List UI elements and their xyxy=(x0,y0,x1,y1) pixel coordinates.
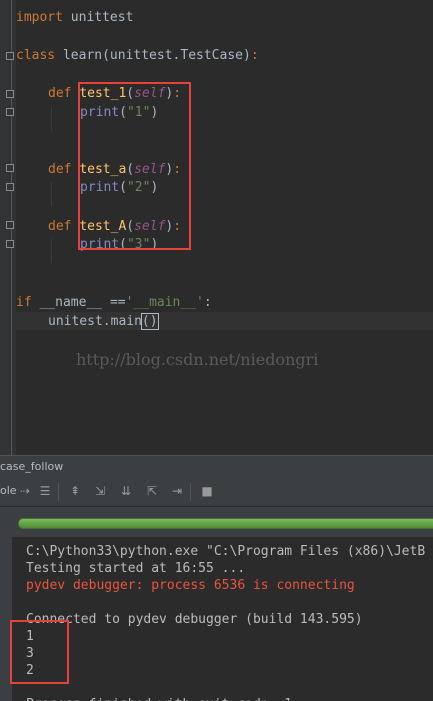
fold-icon[interactable] xyxy=(6,183,14,191)
console-line: Connected to pydev debugger (build 143.5… xyxy=(26,612,363,627)
import-icon[interactable]: ⇥ xyxy=(168,482,186,500)
fold-icon[interactable] xyxy=(6,164,14,172)
console-line: C:\Python33\python.exe "C:\Program Files… xyxy=(26,544,426,559)
text-cursor xyxy=(157,314,159,329)
fold-icon[interactable] xyxy=(6,108,14,116)
keyword: class xyxy=(16,48,56,63)
parens-matched: () xyxy=(140,313,159,330)
indent-guide xyxy=(51,107,52,131)
indent-guide xyxy=(51,182,52,206)
collapse-icon[interactable]: ⇊ xyxy=(117,482,135,500)
keyword: if xyxy=(16,295,32,310)
console-line: Testing started at 16:55 ... xyxy=(26,561,246,576)
code-text: __name__ xyxy=(31,295,110,310)
code-editor[interactable]: import unittest class learn(unittest.Tes… xyxy=(0,0,433,455)
annotation-box-code xyxy=(78,82,191,250)
string-literal: '__main__' xyxy=(125,295,204,310)
keyword: import xyxy=(16,10,63,25)
fold-icon[interactable] xyxy=(6,240,14,248)
stop-icon[interactable]: ■ xyxy=(198,482,216,500)
code-line-1: import unittest xyxy=(16,9,133,27)
expand-all-icon[interactable]: ⇞ xyxy=(66,482,84,500)
test-progress-row xyxy=(0,507,433,537)
watermark: http://blog.csdn.net/niedongri xyxy=(76,350,319,369)
keyword: def xyxy=(48,86,72,101)
export-icon[interactable]: ⇱ xyxy=(143,482,161,500)
code-line-16: if __name__ =='__main__': xyxy=(16,294,212,312)
fold-icon[interactable] xyxy=(6,90,14,98)
run-tool-window-header[interactable]: case_follow xyxy=(0,455,433,478)
run-toolbar: ole ⇢ ☰ ⇞ ⇲ ⇊ ⇱ ⇥ ■ xyxy=(0,478,433,507)
console-line: pydev debugger: process 6536 is connecti… xyxy=(26,578,355,593)
next-failed-icon[interactable]: ⇲ xyxy=(91,482,109,500)
console-output[interactable]: C:\Python33\python.exe "C:\Program Files… xyxy=(12,537,433,701)
code-text: unittest xyxy=(62,10,134,25)
code-line-17: unitest.main() xyxy=(48,313,159,331)
pin-icon[interactable]: ⇢ xyxy=(16,482,34,500)
toolbar-label: ole xyxy=(0,484,17,497)
test-progress-bar xyxy=(18,518,433,529)
fold-icon[interactable] xyxy=(6,52,14,60)
code-line-3: class learn(unittest.TestCase): xyxy=(16,47,259,65)
test-progress-fill xyxy=(19,519,433,528)
operator: == xyxy=(109,295,126,310)
toolbar-separator xyxy=(58,483,59,501)
console-line: Process finished with exit code -1 xyxy=(26,696,292,701)
keyword: def xyxy=(48,162,72,177)
code-text: learn(unittest.TestCase) xyxy=(55,48,251,63)
keyword: def xyxy=(48,219,72,234)
colon: : xyxy=(203,295,212,310)
annotation-box-output xyxy=(10,620,69,684)
fold-icon[interactable] xyxy=(6,221,14,229)
toolbar-separator xyxy=(190,483,191,501)
sort-icon[interactable]: ☰ xyxy=(36,482,54,500)
indent-guide xyxy=(51,239,52,263)
run-config-title[interactable]: case_follow xyxy=(0,460,63,473)
code-text: unitest.main xyxy=(48,314,142,329)
colon: : xyxy=(250,48,259,63)
